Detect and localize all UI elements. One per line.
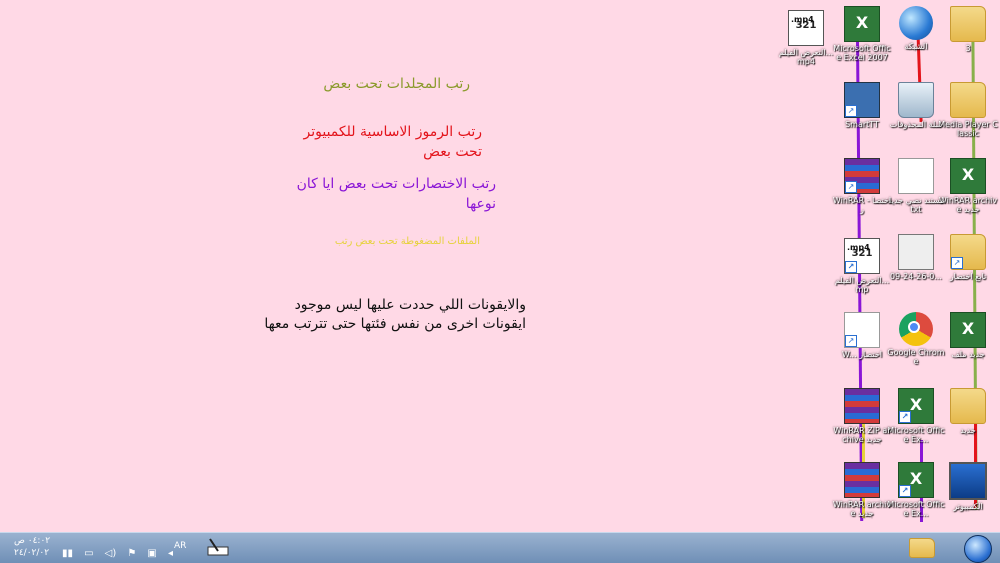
excel-icon: X ↗: [898, 462, 934, 498]
shortcut-arrow-icon: ↗: [845, 181, 857, 193]
folder-icon: ↗: [950, 234, 986, 270]
folder-icon: [950, 82, 986, 118]
clock[interactable]: ٠٤:٠٢ ص ٢٤/٠٢/٠٢: [14, 535, 50, 559]
recycle-bin-icon: [898, 82, 934, 118]
desktop-icon-excel-shortcut-2[interactable]: X ↗ Microsoft Office Ex...: [886, 460, 946, 532]
winrar-icon: [844, 462, 880, 498]
pen-input-icon[interactable]: [206, 537, 230, 557]
desktop-icon-smart[interactable]: ↗ SmartTT: [832, 80, 892, 152]
desktop-icon-computer[interactable]: الكمبيوتر: [938, 460, 998, 532]
desktop-icon-google-chrome[interactable]: Google Chrome: [886, 310, 946, 382]
folder-icon: [950, 388, 986, 424]
document-icon: ↗: [844, 312, 880, 348]
keyboard-icon: [898, 234, 934, 270]
winrar-icon: [844, 388, 880, 424]
note-remark: والايقونات اللي حددت عليها ليس موجود ايق…: [250, 296, 526, 334]
signal-icon[interactable]: ▮▮: [62, 548, 73, 559]
desktop-icon-excel-2007[interactable]: X Microsoft Office Excel 2007: [832, 4, 892, 76]
note-folders: رتب المجلدات تحت بعض: [323, 76, 470, 92]
desktop-icon-keyboard-file[interactable]: 09-24-26-0...: [886, 232, 946, 304]
text-document-icon: [898, 158, 934, 194]
chrome-icon: [899, 312, 933, 346]
desktop-icon-winrar-zip[interactable]: WinRAR ZIP archive جديد: [832, 386, 892, 458]
shortcut-arrow-icon: ↗: [899, 485, 911, 497]
note-remark-line2: ايقونات اخرى من نفس فئتها حتى تترتب معها: [264, 316, 526, 332]
start-button[interactable]: [964, 535, 992, 563]
note-system-icons: رتب الرموز الاساسية للكمبيوتر تحت بعض: [303, 124, 483, 160]
desktop-icon-recycle-bin[interactable]: سلة المحذوفات: [886, 80, 946, 152]
shortcut-arrow-icon: ↗: [899, 411, 911, 423]
desktop-icon-mp4-shortcut[interactable]: 321 .mp4 ↗ التعرض الفيلم...mp: [832, 236, 892, 308]
flag-icon[interactable]: ⚑: [127, 548, 136, 559]
network-icon[interactable]: ▣: [147, 548, 156, 559]
excel-icon: X: [950, 312, 986, 348]
explorer-taskbar-button[interactable]: [907, 536, 937, 560]
desktop-icon-text-document[interactable]: مستند نصي جديد txt: [886, 156, 946, 228]
battery-icon[interactable]: ▭: [84, 548, 93, 559]
desktop-icon-mp4[interactable]: 321 .mp4 التعرض الفيلم... mp4: [776, 8, 836, 80]
desktop-icon-word-shortcut[interactable]: ↗ W... اختصار: [832, 310, 892, 382]
shortcut-arrow-icon: ↗: [845, 105, 857, 117]
folder-icon: [950, 6, 986, 42]
desktop: رتب المجلدات تحت بعض رتب الرموز الاساسية…: [0, 0, 1000, 532]
clock-time: ٠٤:٠٢ ص: [14, 536, 51, 546]
note-compressed: الملفات المضغوطة تحت بعض رتب: [334, 236, 480, 247]
media-file-icon: 321 .mp4: [788, 10, 824, 46]
app-icon: ↗: [844, 82, 880, 118]
desktop-icon-winrar-archive-2[interactable]: WinRAR archive جديد: [832, 460, 892, 532]
desktop-icon-network[interactable]: الشبكة: [886, 4, 946, 76]
computer-icon: [949, 462, 987, 500]
excel-icon: X: [844, 6, 880, 42]
shortcut-arrow-icon: ↗: [845, 261, 857, 273]
desktop-icon-shortcut-folder[interactable]: ↗ تابع اختصار: [938, 232, 998, 304]
volume-icon[interactable]: ◁): [105, 548, 117, 559]
system-tray: ▮▮ ▭ ◁) ⚑ ▣ ◂: [62, 541, 179, 559]
desktop-icon-new-folder[interactable]: جديد: [938, 386, 998, 458]
media-file-icon: 321 .mp4 ↗: [844, 238, 880, 274]
winrar-icon: ↗: [844, 158, 880, 194]
shortcut-arrow-icon: ↗: [951, 257, 963, 269]
taskbar: ٠٤:٠٢ ص ٢٤/٠٢/٠٢ ▮▮ ▭ ◁) ⚑ ▣ ◂ AR: [0, 532, 1000, 563]
excel-icon: X ↗: [898, 388, 934, 424]
network-globe-icon: [899, 6, 933, 40]
note-remark-line1: والايقونات اللي حددت عليها ليس موجود: [294, 297, 526, 313]
language-indicator[interactable]: AR: [174, 541, 186, 551]
chevron-icon[interactable]: ◂: [168, 548, 173, 559]
desktop-icon-winrar-archive[interactable]: X WinRAR archive جديد: [938, 156, 998, 228]
desktop-icon-media-player-classic[interactable]: Media Player Classic: [938, 80, 998, 152]
clock-date: ٢٤/٠٢/٠٢: [14, 548, 50, 558]
desktop-icon-folder-3[interactable]: 3: [938, 4, 998, 76]
note-shortcuts: رتب الاختصارات تحت بعض ايا كان نوعها: [296, 176, 496, 212]
desktop-icon-new-file[interactable]: X جديد ملف: [938, 310, 998, 382]
desktop-icon-excel-shortcut-1[interactable]: X ↗ Microsoft Office Ex...: [886, 386, 946, 458]
excel-icon: X: [950, 158, 986, 194]
shortcut-arrow-icon: ↗: [845, 335, 857, 347]
desktop-icon-winrar-shortcut[interactable]: ↗ WinRAR - اختصار: [832, 156, 892, 228]
folder-icon: [909, 538, 935, 558]
